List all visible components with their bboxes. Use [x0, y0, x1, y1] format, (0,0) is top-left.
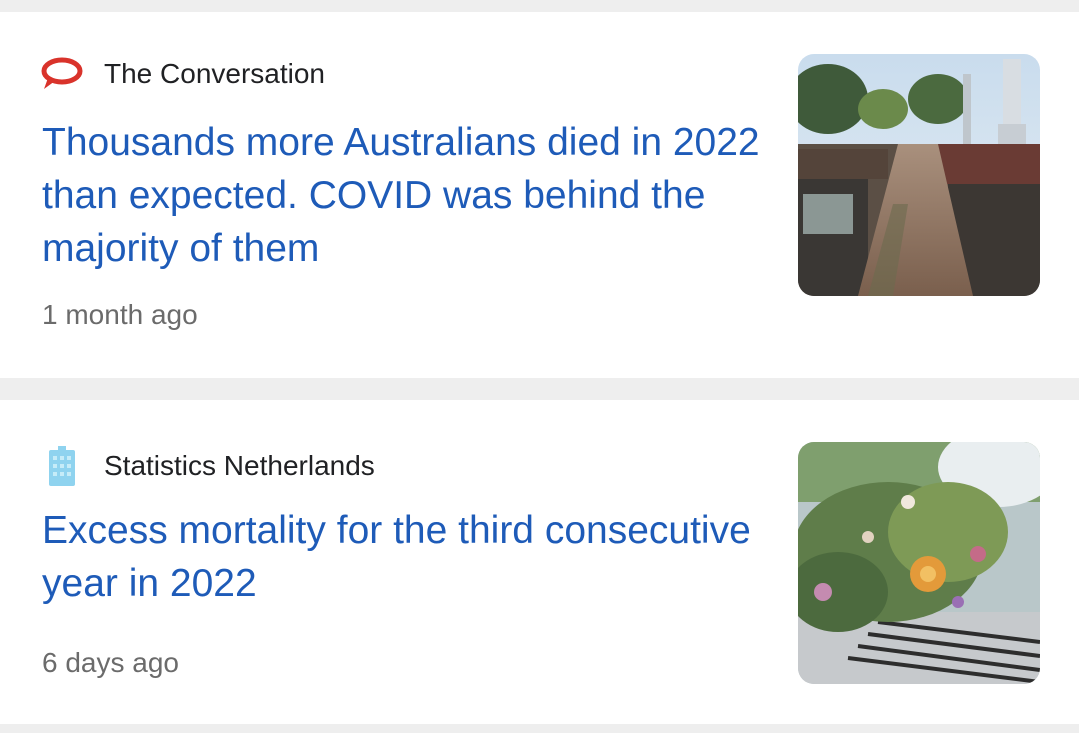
source-row: Statistics Netherlands	[40, 444, 375, 488]
source-row: The Conversation	[40, 56, 325, 92]
timestamp: 6 days ago	[42, 647, 179, 678]
building-icon	[40, 444, 84, 488]
timestamp: 1 month ago	[42, 299, 198, 330]
source-name: The Conversation	[104, 58, 326, 89]
headline-link[interactable]: Thousands more Australians died in 2022 …	[42, 116, 762, 275]
cemetery-thumbnail[interactable]	[798, 54, 1040, 296]
speech-bubble-icon	[40, 56, 84, 92]
source-name: Statistics Netherlands	[104, 450, 375, 481]
flowers-thumbnail[interactable]	[798, 442, 1040, 684]
headline-link[interactable]: Excess mortality for the third consecuti…	[42, 504, 762, 610]
